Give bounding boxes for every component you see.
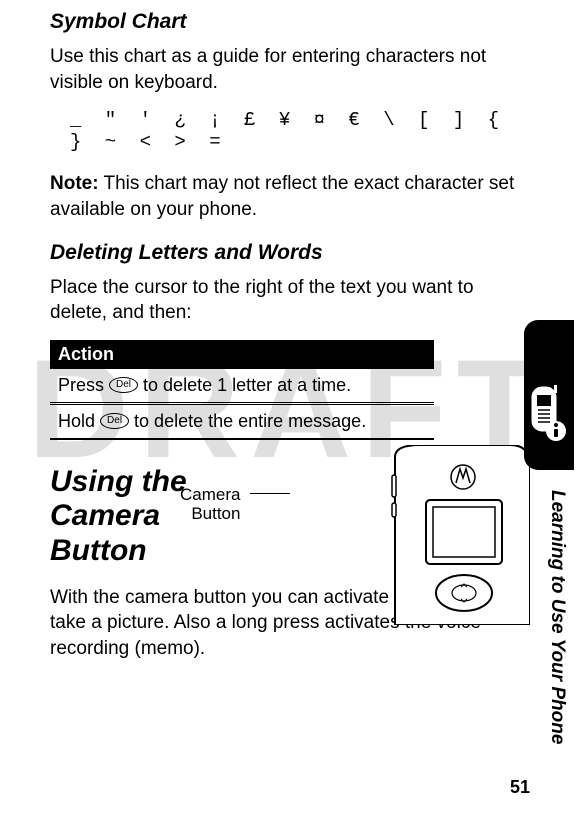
camera-button-label: Camera Button — [180, 485, 240, 524]
page-content: Symbol Chart Use this chart as a guide f… — [0, 0, 580, 662]
note-label: Note: — [50, 173, 99, 194]
camera-label-line1: Camera — [180, 485, 240, 504]
row1-pre: Press — [58, 375, 109, 395]
table-row: Hold Del to delete the entire message. — [50, 403, 434, 438]
row2-post: to delete the entire message. — [129, 411, 366, 431]
symbol-row: _ " ' ¿ ¡ £ ¥ ¤ € \ [ ] { } ~ < > = — [50, 109, 530, 153]
row1-post: to delete 1 letter at a time. — [138, 375, 351, 395]
action-table-header: Action — [50, 340, 434, 369]
symbol-chart-intro: Use this chart as a guide for entering c… — [50, 44, 530, 95]
camera-label-line2: Button — [191, 504, 240, 523]
action-table: Action Press Del to delete 1 letter at a… — [50, 340, 434, 439]
section-vertical-label: Learning to Use Your Phone — [546, 490, 568, 744]
del-key-icon: Del — [100, 413, 129, 429]
deleting-intro: Place the cursor to the right of the tex… — [50, 275, 530, 326]
row2-pre: Hold — [58, 411, 100, 431]
del-key-icon: Del — [109, 377, 138, 393]
symbol-chart-note: Note: This chart may not reflect the exa… — [50, 171, 530, 222]
phone-info-icon — [526, 385, 570, 443]
symbol-chart-heading: Symbol Chart — [50, 10, 530, 34]
page-number: 51 — [510, 777, 530, 798]
camera-label-line — [250, 493, 290, 494]
note-body: This chart may not reflect the exact cha… — [50, 173, 514, 220]
deleting-heading: Deleting Letters and Words — [50, 241, 530, 265]
phone-illustration-wrap: Camera Button — [260, 445, 530, 625]
phone-illustration — [360, 445, 530, 625]
table-row: Press Del to delete 1 letter at a time. — [50, 369, 434, 404]
